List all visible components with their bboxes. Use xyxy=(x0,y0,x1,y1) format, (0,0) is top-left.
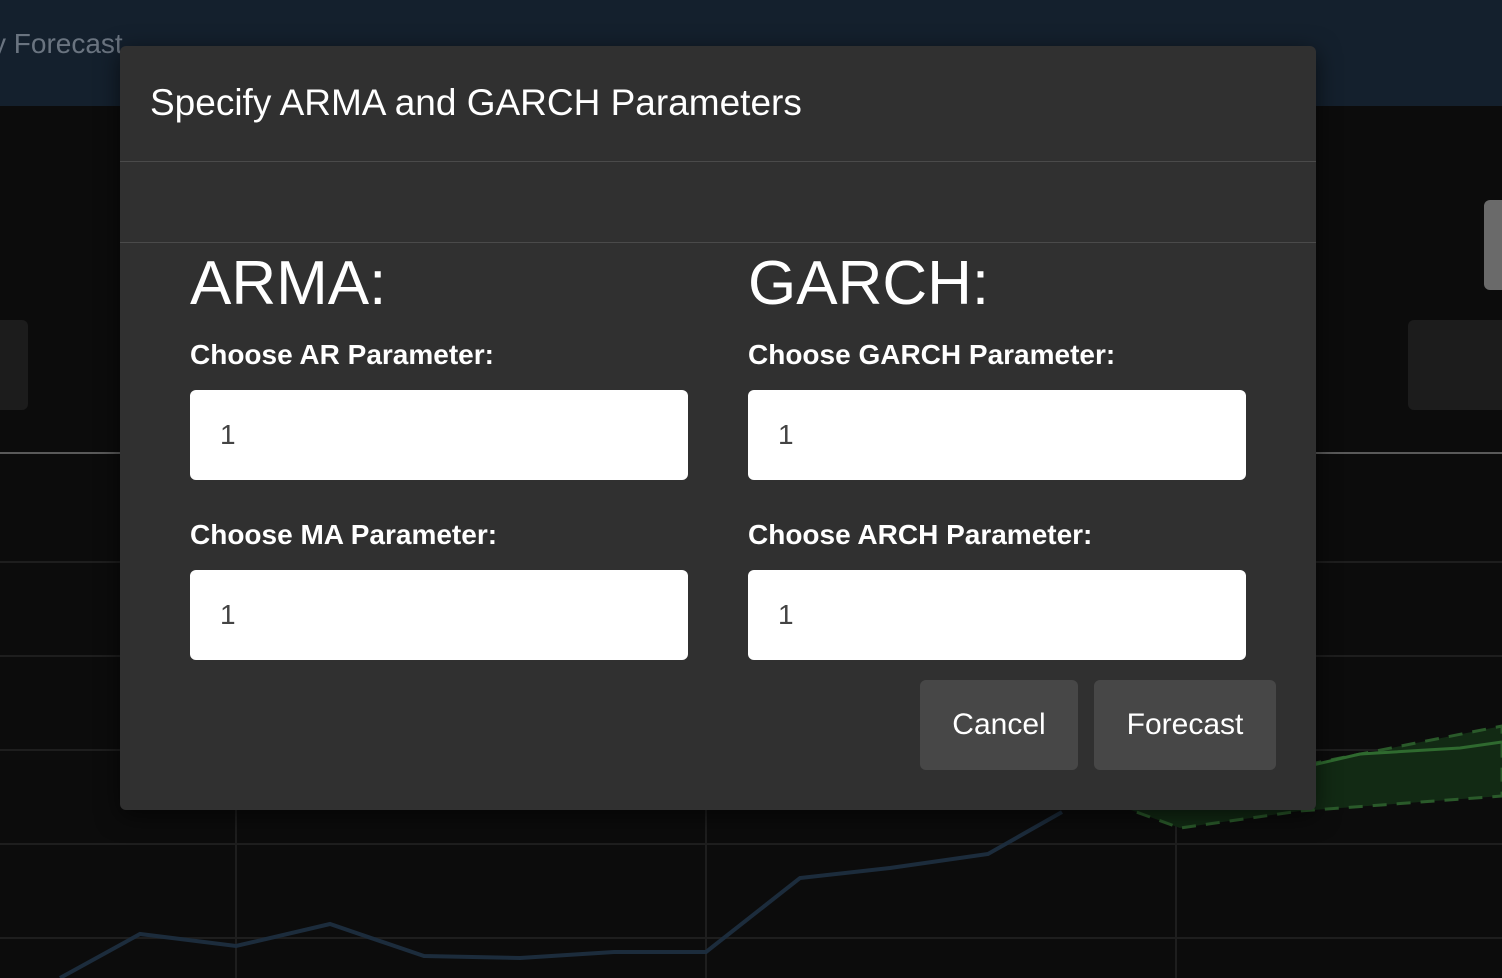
arma-section: ARMA: Choose AR Parameter: Choose MA Par… xyxy=(190,246,688,660)
garch-heading: GARCH: xyxy=(748,249,990,318)
background-tab-left xyxy=(0,320,28,410)
ar-parameter-input[interactable] xyxy=(190,390,688,480)
ma-parameter-input[interactable] xyxy=(190,570,688,660)
arch-parameter-label: Choose ARCH Parameter: xyxy=(748,519,1093,550)
cancel-button[interactable]: Cancel xyxy=(920,680,1078,770)
garch-parameter-input[interactable] xyxy=(748,390,1246,480)
garch-section: GARCH: Choose GARCH Parameter: Choose AR… xyxy=(748,246,1246,660)
ma-parameter-label: Choose MA Parameter: xyxy=(190,519,498,550)
background-tab-right xyxy=(1408,320,1502,410)
garch-parameter-label: Choose GARCH Parameter: xyxy=(748,339,1116,370)
page: y Forecast Specify ARMA and GARCH Parame… xyxy=(0,0,1502,978)
modal-body-top xyxy=(120,162,1316,243)
ar-parameter-label: Choose AR Parameter: xyxy=(190,339,494,370)
history-line xyxy=(59,810,1063,978)
forecast-button[interactable]: Forecast xyxy=(1094,680,1276,770)
modal-title: Specify ARMA and GARCH Parameters xyxy=(150,82,802,123)
background-scroll-handle xyxy=(1484,200,1502,290)
modal-header: Specify ARMA and GARCH Parameters xyxy=(120,46,1316,162)
nav-title: y Forecast xyxy=(0,28,123,59)
arch-parameter-input[interactable] xyxy=(748,570,1246,660)
arma-heading: ARMA: xyxy=(190,249,387,318)
parameters-modal: Specify ARMA and GARCH Parameters ARMA: … xyxy=(120,46,1316,810)
